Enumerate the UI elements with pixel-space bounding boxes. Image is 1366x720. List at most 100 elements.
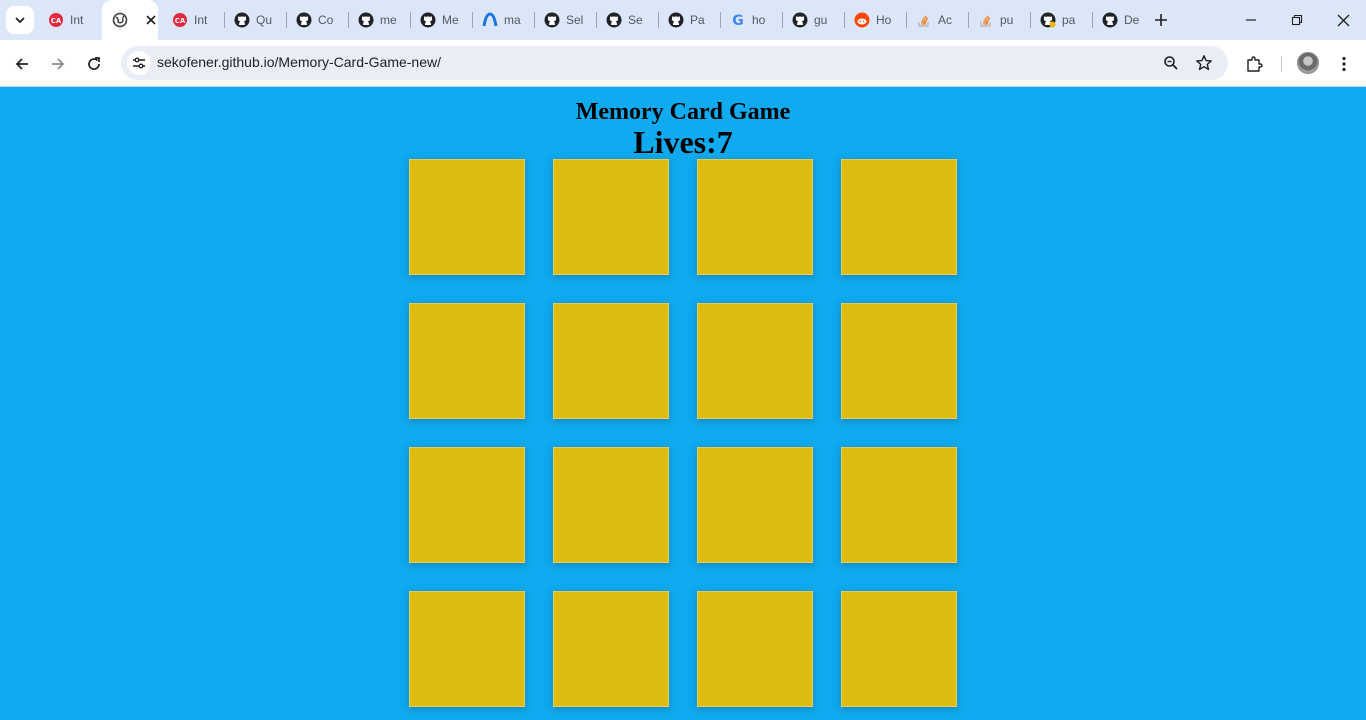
memory-card[interactable] <box>553 591 669 707</box>
close-icon <box>1337 14 1349 26</box>
more-vert-icon <box>1342 56 1346 72</box>
tab-separator <box>410 12 411 28</box>
browser-tab[interactable]: Co <box>288 6 346 34</box>
memory-card[interactable] <box>553 159 669 275</box>
memory-card[interactable] <box>697 447 813 563</box>
close-window-button[interactable] <box>1320 0 1366 40</box>
forward-button[interactable] <box>44 50 72 78</box>
memory-card[interactable] <box>841 591 957 707</box>
tab-search-button[interactable] <box>6 6 34 34</box>
github-icon <box>606 12 622 28</box>
stackoverflow-icon <box>978 12 994 28</box>
memory-card[interactable] <box>841 159 957 275</box>
google-icon: G <box>730 12 746 28</box>
tab-label: pu <box>1000 13 1014 27</box>
browser-tab[interactable]: CA Int <box>40 6 98 34</box>
url-text[interactable]: sekofener.github.io/Memory-Card-Game-new… <box>157 54 441 70</box>
memory-card[interactable] <box>409 447 525 563</box>
stackoverflow-icon <box>916 12 932 28</box>
browser-tab[interactable]: ma <box>474 6 532 34</box>
tab-label: me <box>380 13 397 27</box>
memory-card[interactable] <box>841 447 957 563</box>
site-info-button[interactable] <box>127 51 151 75</box>
svg-text:CA: CA <box>175 17 186 25</box>
lives-value: 7 <box>716 124 733 160</box>
cineflix-icon: CA <box>172 12 188 28</box>
extensions-button[interactable] <box>1240 50 1268 78</box>
tab-separator <box>596 12 597 28</box>
browser-tab[interactable]: De <box>1094 6 1146 34</box>
tab-label: ma <box>504 13 521 27</box>
card-grid <box>409 159 957 707</box>
browser-tab[interactable]: Ho <box>846 6 904 34</box>
arrow-right-icon <box>52 58 65 70</box>
tab-label: Ho <box>876 13 892 27</box>
github-icon <box>234 12 250 28</box>
new-tab-button[interactable] <box>1149 8 1173 32</box>
chevron-down-icon <box>15 17 25 24</box>
zoom-button[interactable] <box>1159 51 1183 75</box>
plus-icon <box>1155 14 1167 26</box>
github-icon <box>1040 12 1056 28</box>
cineflix-icon: CA <box>48 12 64 28</box>
tab-label: Int <box>194 13 208 27</box>
browser-tab[interactable]: pu <box>970 6 1028 34</box>
browser-toolbar: sekofener.github.io/Memory-Card-Game-new… <box>0 40 1366 87</box>
tune-icon <box>133 57 145 69</box>
memory-card[interactable] <box>697 159 813 275</box>
close-tab-icon[interactable] <box>144 12 158 28</box>
tab-separator <box>658 12 659 28</box>
browser-tab[interactable]: pa <box>1032 6 1090 34</box>
browser-tab[interactable]: Ac <box>908 6 966 34</box>
tab-label: Se <box>628 13 643 27</box>
active-browser-tab[interactable] <box>102 0 158 40</box>
tab-label: ho <box>752 13 766 27</box>
github-icon <box>420 12 436 28</box>
address-bar[interactable]: sekofener.github.io/Memory-Card-Game-new… <box>121 46 1228 80</box>
tab-label: Int <box>70 13 84 27</box>
browser-tab[interactable]: Me <box>412 6 470 34</box>
tab-separator <box>1030 12 1031 28</box>
memory-card[interactable] <box>409 159 525 275</box>
tab-separator <box>1092 12 1093 28</box>
tab-label: Co <box>318 13 334 27</box>
memory-card[interactable] <box>841 303 957 419</box>
tab-label: Ac <box>938 13 953 27</box>
svg-text:G: G <box>732 13 744 28</box>
tab-separator <box>348 12 349 28</box>
profile-avatar[interactable] <box>1297 52 1319 74</box>
bookmark-button[interactable] <box>1192 51 1216 75</box>
menu-button[interactable] <box>1330 50 1358 78</box>
browser-tab[interactable]: Qu <box>226 6 284 34</box>
github-icon <box>1102 12 1118 28</box>
browser-tab[interactable]: CA Int <box>164 6 222 34</box>
minimize-button[interactable] <box>1228 0 1274 40</box>
browser-tab[interactable]: Sel <box>536 6 594 34</box>
reload-button[interactable] <box>80 50 108 78</box>
tab-strip: CA Int CA Int Qu Co me Me ma Sel Se Pa G… <box>0 0 1366 40</box>
zoom-icon <box>1164 56 1178 70</box>
tab-separator <box>844 12 845 28</box>
browser-tab[interactable]: gu <box>784 6 842 34</box>
memory-card[interactable] <box>409 303 525 419</box>
tab-label: Me <box>442 13 459 27</box>
memory-card[interactable] <box>553 447 669 563</box>
tab-separator <box>224 12 225 28</box>
memory-card[interactable] <box>697 591 813 707</box>
browser-tab[interactable]: Se <box>598 6 656 34</box>
minimize-icon <box>1246 19 1256 21</box>
browser-tab[interactable]: G ho <box>722 6 780 34</box>
memory-card[interactable] <box>697 303 813 419</box>
tab-separator <box>720 12 721 28</box>
tab-label: pa <box>1062 13 1076 27</box>
lives-counter: Lives:7 <box>0 124 1366 160</box>
browser-tab[interactable]: Pa <box>660 6 718 34</box>
memory-card[interactable] <box>409 591 525 707</box>
restore-button[interactable] <box>1274 0 1320 40</box>
tab-label: Sel <box>566 13 584 27</box>
memory-card[interactable] <box>553 303 669 419</box>
arc-icon <box>482 12 498 28</box>
svg-text:CA: CA <box>51 17 62 25</box>
back-button[interactable] <box>8 50 36 78</box>
browser-tab[interactable]: me <box>350 6 408 34</box>
